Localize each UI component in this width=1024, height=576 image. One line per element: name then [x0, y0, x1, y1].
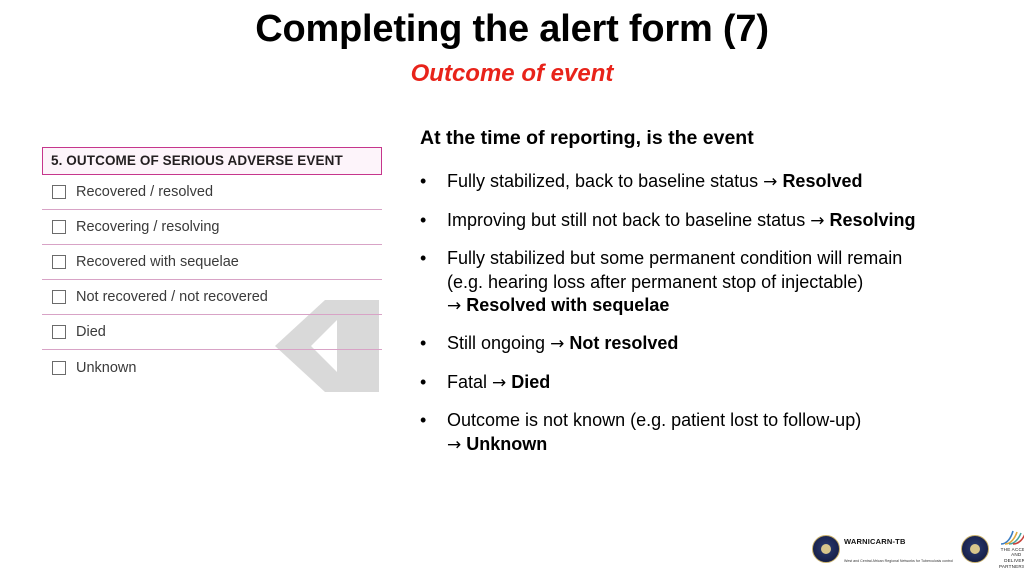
bullet-body: Fully stabilized, back to baseline statu…: [447, 171, 764, 192]
bullet-emphasis: Died: [511, 371, 551, 392]
adp-text: THE ACCESS AND DELIVERY PARTNERSHIP: [999, 547, 1024, 570]
bullet-marker: •: [420, 248, 427, 269]
bullet-body-line2: (e.g. hearing loss after permanent stop …: [447, 271, 864, 292]
checkbox-icon[interactable]: [52, 360, 66, 375]
checkbox-icon[interactable]: [52, 325, 66, 339]
checkbox-icon[interactable]: [52, 185, 66, 199]
warnicarn-name: WARNICARN-TB: [844, 537, 906, 547]
form-option-row[interactable]: Unknown: [42, 350, 382, 385]
checkbox-icon[interactable]: [52, 290, 66, 304]
bullet-emphasis: Not resolved: [569, 333, 679, 354]
form-option-row[interactable]: Recovered with sequelae: [42, 245, 382, 280]
bullet-marker: •: [420, 410, 427, 431]
page-title: Completing the alert form (7): [255, 8, 769, 50]
form-option-row[interactable]: Died: [42, 315, 382, 350]
form-option-row[interactable]: Recovering / resolving: [42, 210, 382, 245]
bullet-item: • Outcome is not known (e.g. patient los…: [420, 409, 1010, 456]
bullet-text: Still ongoing → Not resolved: [447, 332, 1010, 355]
form-option-label: Not recovered / not recovered: [76, 289, 268, 305]
bullet-item: • Fully stabilized, back to baseline sta…: [420, 170, 1010, 193]
bullet-text: Improving but still not back to baseline…: [447, 209, 1010, 232]
bullet-text: Outcome is not known (e.g. patient lost …: [447, 409, 1010, 456]
bullet-emphasis: Resolving: [829, 209, 916, 230]
warnicarn-text: WARNICARN-TB West and Central African Re…: [844, 531, 953, 566]
bullet-body: Still ongoing: [447, 333, 551, 354]
arrow-icon: →: [550, 334, 565, 355]
bullet-body: Improving but still not back to baseline…: [447, 209, 811, 230]
bullet-item: • Fatal → Died: [420, 371, 1010, 394]
form-option-label: Died: [76, 324, 106, 340]
bullet-emphasis: Resolved: [782, 171, 863, 192]
page-subtitle: Outcome of event: [410, 60, 614, 87]
form-section-header: 5. OUTCOME OF SERIOUS ADVERSE EVENT: [42, 147, 382, 175]
bullet-emphasis: Resolved with sequelae: [466, 294, 670, 315]
warnicarn-subtitle: West and Central African Regional Networ…: [844, 559, 953, 563]
checkbox-icon[interactable]: [52, 220, 66, 234]
form-section-outcome: 5. OUTCOME OF SERIOUS ADVERSE EVENT Reco…: [42, 147, 382, 385]
arrow-icon: →: [763, 172, 778, 193]
form-option-label: Recovered with sequelae: [76, 254, 239, 270]
form-option-label: Recovering / resolving: [76, 219, 220, 235]
seal-icon-secondary: [961, 535, 989, 563]
form-option-label: Recovered / resolved: [76, 184, 214, 200]
arrow-icon: →: [447, 434, 462, 455]
bullet-item: • Still ongoing → Not resolved: [420, 332, 1010, 355]
arrow-icon: →: [447, 295, 462, 316]
checkbox-icon[interactable]: [52, 255, 66, 269]
form-option-label: Unknown: [76, 359, 137, 376]
form-option-row[interactable]: Not recovered / not recovered: [42, 280, 382, 315]
form-option-row[interactable]: Recovered / resolved: [42, 175, 382, 210]
lead-question: At the time of reporting, is the event: [420, 127, 754, 149]
bullet-item: • Improving but still not back to baseli…: [420, 209, 1010, 232]
bullet-marker: •: [420, 171, 427, 192]
bullet-body: Fatal: [447, 371, 493, 392]
warnicarn-logo: WARNICARN-TB West and Central African Re…: [812, 531, 953, 566]
bullet-marker: •: [420, 209, 427, 230]
access-delivery-partnership-logo: THE ACCESS AND DELIVERY PARTNERSHIP: [999, 529, 1024, 570]
arrow-icon: →: [810, 210, 825, 231]
adp-mark-icon: [1001, 530, 1024, 545]
bullet-text: Fatal → Died: [447, 371, 1010, 394]
adp-line-2: DELIVERY PARTNERSHIP: [999, 558, 1024, 569]
adp-line-1: THE ACCESS AND: [1000, 546, 1024, 558]
arrow-icon: →: [492, 372, 507, 393]
bullet-text: Fully stabilized but some permanent cond…: [447, 247, 1010, 317]
bullet-body: Outcome is not known (e.g. patient lost …: [447, 410, 862, 431]
bullet-text: Fully stabilized, back to baseline statu…: [447, 170, 1010, 193]
slide: Completing the alert form (7) Outcome of…: [0, 0, 1024, 576]
footer-logos: WARNICARN-TB West and Central African Re…: [812, 528, 1024, 570]
bullet-item: • Fully stabilized but some permanent co…: [420, 247, 1010, 317]
seal-icon: [812, 535, 840, 563]
bullet-marker: •: [420, 371, 427, 392]
bullet-body: Fully stabilized but some permanent cond…: [447, 248, 903, 269]
content-column: At the time of reporting, is the event •…: [420, 126, 1010, 471]
bullet-marker: •: [420, 333, 427, 354]
bullet-emphasis: Unknown: [466, 433, 548, 454]
